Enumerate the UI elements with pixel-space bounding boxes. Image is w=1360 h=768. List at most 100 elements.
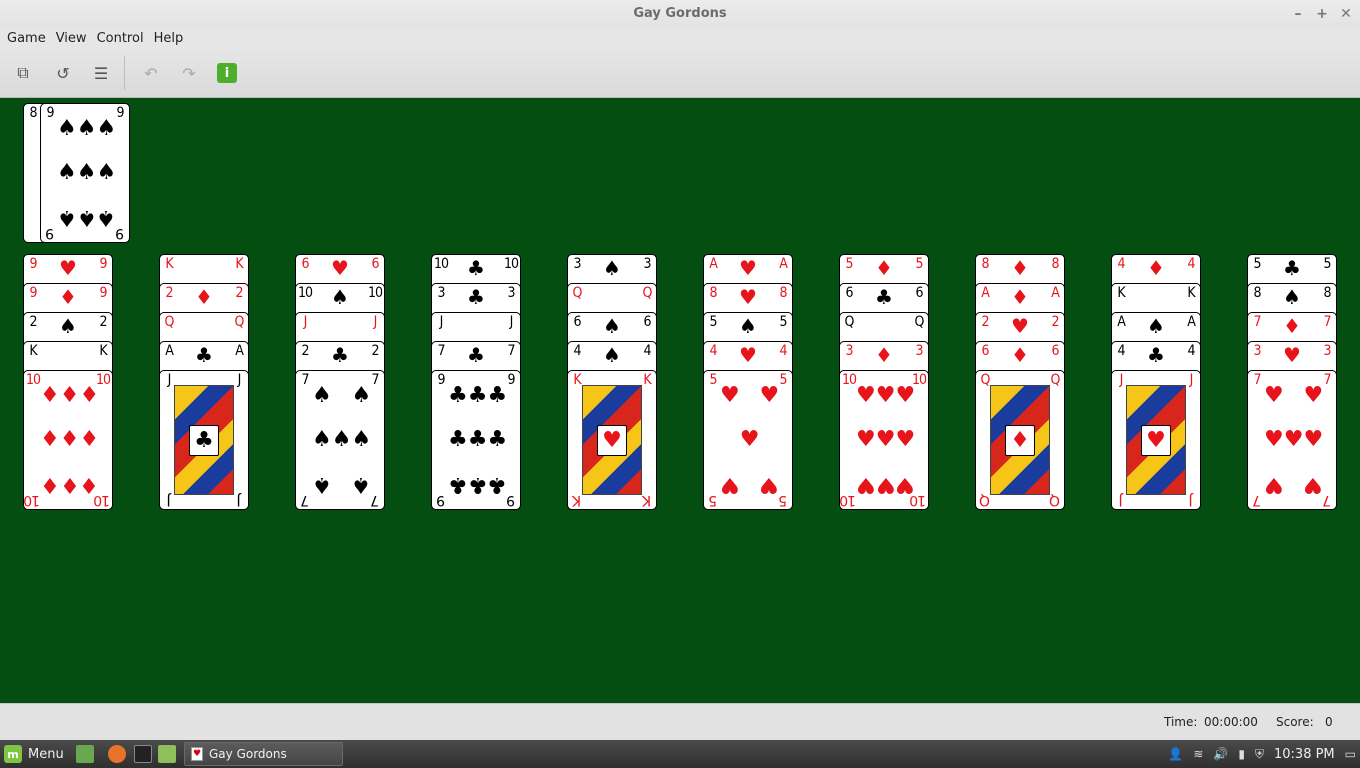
playing-card[interactable]: 7 7 7 7 ♥ ♥ ♥ ♥ ♥ ♥ ♥ <box>1247 370 1337 510</box>
card-rank: J <box>373 314 378 330</box>
hearts-pip-icon: ♥ <box>1303 472 1324 497</box>
face-card-art: ♥ <box>582 385 642 495</box>
card-pips: ♦ ♦ ♦ ♦ ♦ ♦ ♦ ♦ ♦ <box>40 383 100 498</box>
playing-card[interactable]: 7 7 7 7 ♠ ♠ ♠ ♠ ♠ ♠ ♠ <box>295 370 385 510</box>
diamonds-pip-icon: ♦ <box>59 472 80 497</box>
hearts-pip-icon: ♥ <box>759 472 780 497</box>
menu-view[interactable]: View <box>51 31 92 46</box>
clubs-suit-icon: ♣ <box>1147 343 1165 367</box>
playing-card[interactable]: K K K K ♥ <box>567 370 657 510</box>
spades-pip-icon: ♠ <box>76 160 97 185</box>
hearts-suit-icon: ♥ <box>739 343 757 367</box>
playing-card[interactable]: J J J J ♥ <box>1111 370 1201 510</box>
diamonds-pip-icon: ♦ <box>40 383 60 408</box>
hearts-pip-icon: ♥ <box>856 383 876 408</box>
spades-suit-icon: ♠ <box>739 314 757 338</box>
volume-icon[interactable]: 🔊 <box>1213 747 1228 761</box>
hearts-pip-icon: ♥ <box>895 472 916 497</box>
playing-card[interactable]: 9 9 9 9 ♠ ♠ ♠ ♠ ♠ ♠ ♠ ♠ ♠ <box>40 103 130 243</box>
maximize-icon[interactable]: + <box>1316 0 1328 28</box>
card-pips: ♠ ♠ ♠ ♠ ♠ ♠ ♠ <box>312 383 372 498</box>
restart-icon[interactable]: ↺ <box>50 60 76 86</box>
undo-icon[interactable]: ↶ <box>138 60 164 86</box>
hearts-pip-icon: ♥ <box>875 427 896 452</box>
title-bar: Gay Gordons – + ✕ <box>0 0 1360 28</box>
card-rank: J <box>237 372 242 388</box>
playing-card[interactable]: J J J J ♣ <box>159 370 249 510</box>
spades-pip-icon: ♠ <box>312 472 332 497</box>
clubs-suit-icon: ♣ <box>467 256 485 280</box>
playing-card[interactable]: 9 9 9 9 ♣ ♣ ♣ ♣ ♣ ♣ ♣ ♣ ♣ <box>431 370 521 510</box>
card-rank: K <box>235 256 243 272</box>
card-rank: J <box>1189 492 1193 508</box>
minimize-icon[interactable]: – <box>1292 0 1304 28</box>
menu-control[interactable]: Control <box>92 31 149 46</box>
card-rank: K <box>165 256 173 272</box>
menu-bar: Game View Control Help <box>0 28 1360 48</box>
card-rank: Q <box>164 314 175 330</box>
spades-pip-icon: ♠ <box>57 205 77 230</box>
card-pips: ♥ ♥ ♥ ♥ ♥ ♥ ♥ <box>1264 385 1324 498</box>
terminal-icon[interactable] <box>134 745 152 763</box>
diamonds-pip-icon: ♦ <box>79 472 100 497</box>
game-table: 88♣9999♠♠♠♠♠♠♠♠♠99♥99♦22♠KK10101010♦♦♦♦♦… <box>0 98 1360 703</box>
card-rank: Q <box>572 285 583 301</box>
menu-help[interactable]: Help <box>149 31 189 46</box>
taskbar-window-label: Gay Gordons <box>209 747 287 761</box>
hearts-pip-icon: ♥ <box>1264 472 1284 497</box>
toolbar-separator <box>124 56 125 90</box>
diamonds-pip-icon: ♦ <box>59 427 80 452</box>
menu-game[interactable]: Game <box>2 31 51 46</box>
card-rank: Q <box>914 314 925 330</box>
playing-card[interactable]: 5 5 5 5 ♥ ♥ ♥ ♥ ♥ <box>703 370 793 510</box>
spades-pip-icon: ♠ <box>351 383 372 408</box>
playing-card[interactable]: 10 10 10 10 ♦ ♦ ♦ ♦ ♦ ♦ ♦ ♦ ♦ <box>23 370 113 510</box>
card-rank: J <box>237 492 241 508</box>
card-rank: 10 <box>842 372 857 388</box>
start-menu-button[interactable]: m Menu <box>4 744 64 764</box>
info-button[interactable]: i <box>214 60 240 86</box>
wifi-icon[interactable]: ≋ <box>1193 747 1203 761</box>
firefox-icon[interactable] <box>108 745 126 763</box>
diamonds-pip-icon: ♦ <box>59 383 80 408</box>
card-rank: 7 <box>301 492 309 508</box>
hearts-suit-icon: ♥ <box>597 424 627 456</box>
user-icon[interactable]: 👤 <box>1168 747 1183 761</box>
spades-pip-icon: ♠ <box>312 427 332 452</box>
shield-icon[interactable]: ⛨ <box>1255 747 1264 762</box>
close-icon[interactable]: ✕ <box>1340 0 1352 28</box>
hearts-pip-icon: ♥ <box>875 383 896 408</box>
toolbar: ⧉ ↺ ☰ ↶ ↷ i <box>0 48 1360 98</box>
playing-card[interactable]: 10 10 10 10 ♥ ♥ ♥ ♥ ♥ ♥ ♥ ♥ ♥ <box>839 370 929 510</box>
diamonds-pip-icon: ♦ <box>79 383 100 408</box>
clock[interactable]: 10:38 PM <box>1274 747 1335 762</box>
card-rank: 9 <box>437 492 445 508</box>
clubs-pip-icon: ♣ <box>467 472 488 497</box>
clubs-pip-icon: ♣ <box>487 383 508 408</box>
files-icon[interactable] <box>158 745 176 763</box>
clubs-suit-icon: ♣ <box>1283 256 1301 280</box>
spades-suit-icon: ♠ <box>603 256 621 280</box>
new-game-icon[interactable]: ⧉ <box>10 60 36 86</box>
hearts-suit-icon: ♥ <box>1011 314 1029 338</box>
card-rank: 10 <box>840 492 856 508</box>
taskbar: m Menu ♥ Gay Gordons 👤 ≋ 🔊 ▮ ⛨ 10:38 PM … <box>0 740 1360 768</box>
statistics-icon[interactable]: ☰ <box>88 60 114 86</box>
workspace-icon[interactable]: ▭ <box>1345 747 1356 761</box>
redo-icon[interactable]: ↷ <box>176 60 202 86</box>
card-rank: K <box>572 492 582 508</box>
card-rank: 7 <box>301 372 309 388</box>
diamonds-suit-icon: ♦ <box>1147 256 1165 280</box>
card-rank: Q <box>1049 492 1061 508</box>
taskbar-window-item[interactable]: ♥ Gay Gordons <box>184 742 343 766</box>
playing-card[interactable]: Q Q Q Q ♦ <box>975 370 1065 510</box>
hearts-pip-icon: ♥ <box>739 427 760 452</box>
card-rank: J <box>1119 492 1123 508</box>
clubs-pip-icon: ♣ <box>467 427 488 452</box>
info-icon: i <box>217 63 237 83</box>
show-desktop-icon[interactable] <box>76 745 94 763</box>
battery-icon[interactable]: ▮ <box>1238 747 1245 761</box>
window-title: Gay Gordons <box>633 6 727 21</box>
hearts-suit-icon: ♥ <box>331 256 349 280</box>
face-card-art: ♦ <box>990 385 1050 495</box>
